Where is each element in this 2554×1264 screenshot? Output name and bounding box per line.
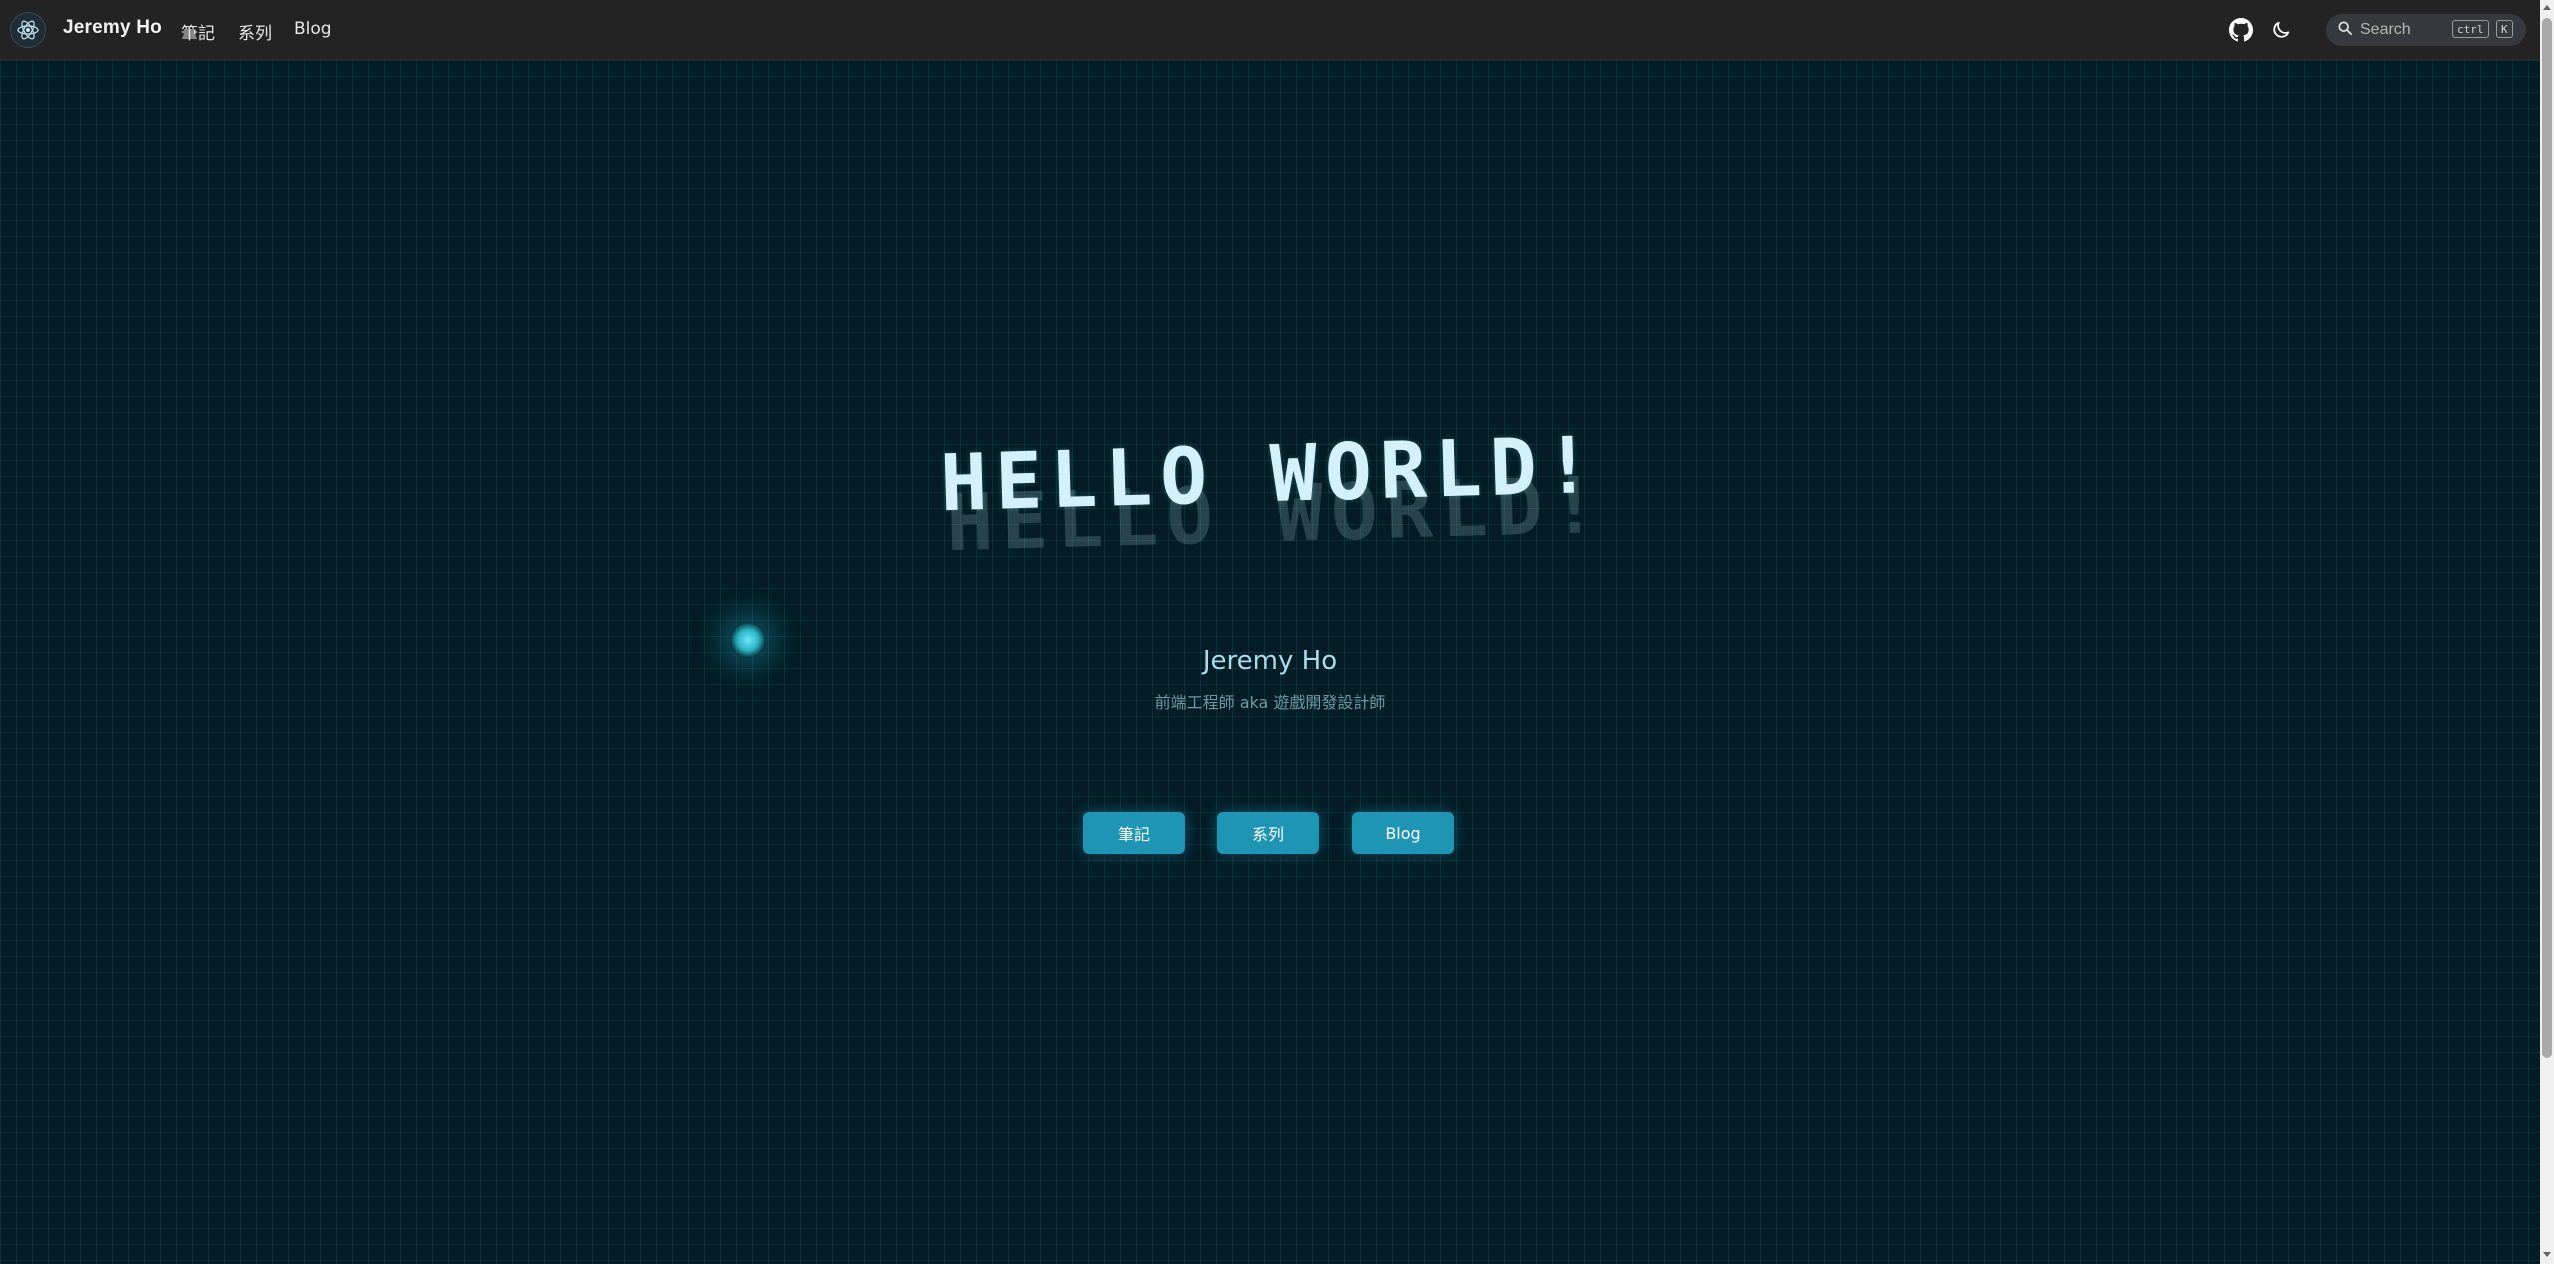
notes-button[interactable]: 筆記: [1083, 812, 1185, 854]
moon-icon[interactable]: [2268, 17, 2294, 43]
top-navbar: Jeremy Ho 筆記 系列 Blog Search ctrl K: [0, 0, 2540, 60]
site-brand[interactable]: Jeremy Ho: [63, 17, 162, 39]
github-icon[interactable]: [2228, 17, 2254, 43]
atom-logo-icon[interactable]: [10, 12, 46, 48]
scrollbar-thumb[interactable]: [2542, 18, 2552, 1058]
search-box[interactable]: Search ctrl K: [2326, 14, 2526, 46]
author-tagline: 前端工程師 aka 遊戲開發設計師: [1154, 693, 1386, 712]
nav-link-blog[interactable]: Blog: [294, 19, 332, 39]
author-name: Jeremy Ho: [1202, 646, 1338, 676]
blog-button[interactable]: Blog: [1352, 812, 1454, 854]
page: Jeremy Ho 筆記 系列 Blog Search ctrl K HELLO…: [0, 0, 2554, 1264]
series-button[interactable]: 系列: [1217, 812, 1319, 854]
vertical-scrollbar[interactable]: [2540, 0, 2554, 1264]
search-icon: [2338, 20, 2352, 40]
scroll-up-arrow-icon[interactable]: [2543, 5, 2551, 10]
scroll-down-arrow-icon[interactable]: [2543, 1252, 2551, 1257]
shortcut-key-ctrl: ctrl: [2452, 20, 2489, 38]
nav-link-series[interactable]: 系列: [238, 19, 272, 44]
nav-link-notes[interactable]: 筆記: [181, 19, 215, 44]
search-label: Search: [2360, 21, 2411, 38]
shortcut-key-k: K: [2496, 20, 2513, 38]
